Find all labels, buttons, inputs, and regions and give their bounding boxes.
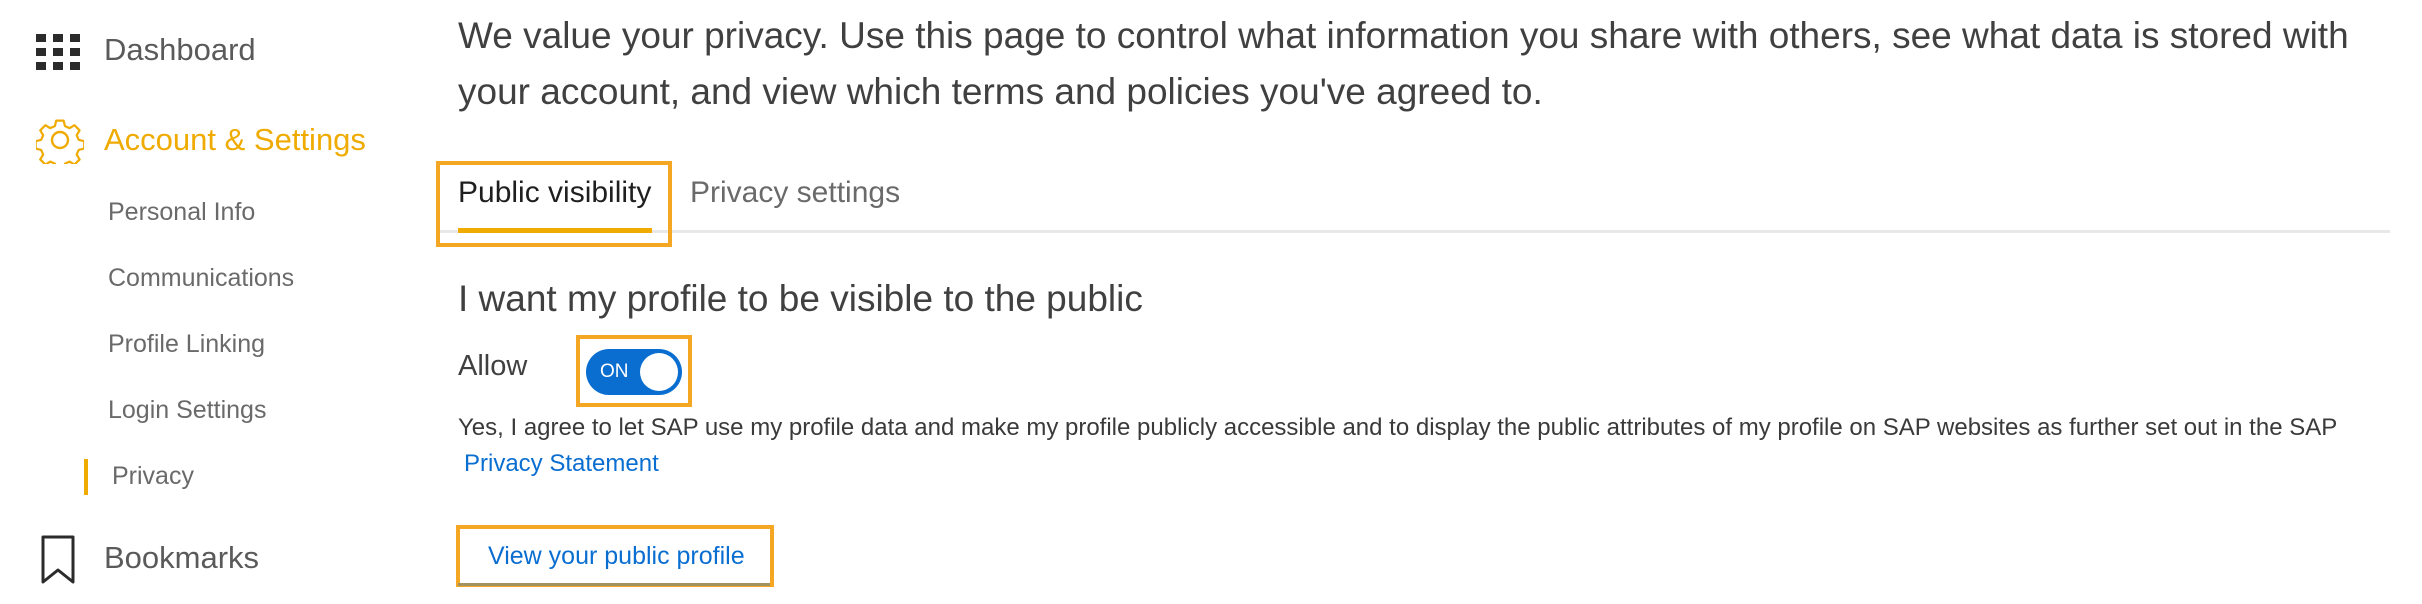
view-public-profile-link[interactable]: View your public profile xyxy=(488,542,745,571)
section-heading: I want my profile to be visible to the p… xyxy=(458,278,1143,319)
privacy-page: We value your privacy. Use this page to … xyxy=(0,0,2422,604)
consent-text: Yes, I agree to let SAP use my profile d… xyxy=(458,410,2388,482)
consent-text-body: Yes, I agree to let SAP use my profile d… xyxy=(458,414,2338,441)
tab-privacy-settings[interactable]: Privacy settings xyxy=(690,176,900,210)
allow-label: Allow xyxy=(458,350,528,382)
privacy-statement-link[interactable]: Privacy Statement xyxy=(464,446,659,482)
active-tab-underline xyxy=(458,228,652,233)
link-underline xyxy=(458,583,770,586)
toggle-state-label: ON xyxy=(600,361,629,382)
tab-public-visibility[interactable]: Public visibility xyxy=(458,176,651,210)
toggle-knob xyxy=(640,353,678,391)
page-intro-text: We value your privacy. Use this page to … xyxy=(458,15,2349,112)
tabs-divider xyxy=(440,230,2390,233)
public-visibility-toggle[interactable]: ON xyxy=(586,349,682,395)
